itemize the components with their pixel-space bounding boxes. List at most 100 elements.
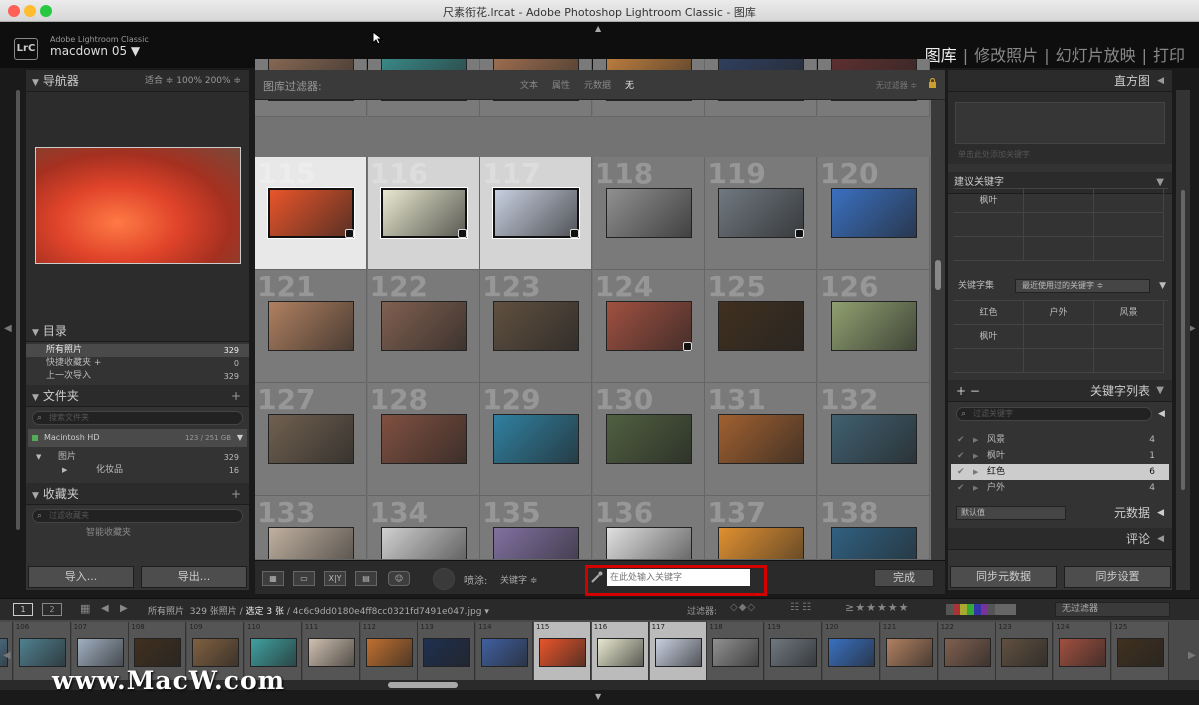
filmstrip-thumbnail[interactable] <box>654 638 702 667</box>
left-panel-scrollbar[interactable] <box>16 90 20 530</box>
loupe-view-icon[interactable]: ▭ <box>293 571 315 586</box>
survey-view-icon[interactable]: ▤ <box>355 571 377 586</box>
import-button[interactable]: 导入... <box>28 566 134 588</box>
grid-cell[interactable]: 117 <box>480 157 593 270</box>
check-icon[interactable]: ✔ <box>957 464 965 480</box>
thumbnail-image[interactable] <box>718 414 805 464</box>
keyword-set-cell[interactable]: 红色 <box>954 301 1024 325</box>
thumbnail-image[interactable] <box>493 414 580 464</box>
keyword-set-cell[interactable]: 枫叶 <box>954 325 1024 349</box>
grid-cell[interactable]: 138 <box>818 496 930 560</box>
filmstrip-thumbnail[interactable] <box>943 638 991 667</box>
grid-cell[interactable]: 130 <box>592 383 705 496</box>
keyword-list-item[interactable]: ✔ ▶ 红色 6 <box>951 464 1169 480</box>
smart-collections-row[interactable]: 智能收藏夹 <box>26 527 249 540</box>
collections-header[interactable]: ▼ 收藏夹 + <box>26 483 249 505</box>
thumbnail-image[interactable] <box>493 301 580 351</box>
thumbnail-image[interactable] <box>605 527 692 559</box>
filmstrip-thumbnail[interactable] <box>250 638 297 667</box>
filmstrip-scrollbar-thumb[interactable] <box>388 682 458 688</box>
filmstrip-cell[interactable]: 120 <box>823 622 880 684</box>
color-label-filter[interactable] <box>946 604 1016 615</box>
check-icon[interactable]: ✔ <box>957 432 965 448</box>
filmstrip-cell[interactable]: 125 <box>1112 622 1169 684</box>
thumbnail-image[interactable] <box>718 527 805 559</box>
grid-cell[interactable]: 136 <box>592 496 705 560</box>
grid-cell[interactable]: 115 <box>255 157 367 270</box>
grid-cell[interactable]: 135 <box>480 496 593 560</box>
keyword-tags-area[interactable]: 单击此处添加关键字 <box>948 92 1172 164</box>
grid-cell[interactable]: 122 <box>367 270 480 383</box>
thumbnail-image[interactable] <box>380 527 467 559</box>
filmstrip-source-info[interactable]: 所有照片 329 张照片 / 选定 3 张 / 4c6c9dd0180e4ff8… <box>148 604 489 617</box>
thumbnail-image[interactable] <box>492 187 581 239</box>
keyword-filter-input[interactable]: ⌕ 过滤关键字 <box>956 407 1152 421</box>
folder-row-pictures[interactable]: ▼ 图片 329 <box>26 451 249 464</box>
catalog-item[interactable]: 上一次导入 329 <box>26 370 249 383</box>
metadata-preset-select[interactable]: 默认值 <box>956 506 1066 520</box>
lock-icon[interactable] <box>928 78 937 89</box>
filmstrip-thumbnail[interactable] <box>770 638 818 667</box>
catalog-item[interactable]: 所有照片 329 <box>26 344 249 357</box>
thumbnail-image[interactable] <box>268 527 354 559</box>
thumbnail-image[interactable] <box>718 188 805 238</box>
filmstrip-cell[interactable]: 124 <box>1054 622 1112 684</box>
check-icon[interactable]: ✔ <box>957 448 965 464</box>
thumbnail-image[interactable] <box>831 527 917 559</box>
histogram-header[interactable]: 直方图 ◀ <box>948 70 1172 92</box>
grid-cell[interactable]: 134 <box>367 496 480 560</box>
keyword-input[interactable] <box>607 569 750 586</box>
thumbnail-image[interactable] <box>267 187 355 239</box>
grid-cell[interactable]: 120 <box>818 157 930 270</box>
suggested-keyword-cell[interactable]: 枫叶 <box>954 189 1024 213</box>
grid-cell[interactable]: 131 <box>705 383 818 496</box>
sync-metadata-button[interactable]: 同步元数据 <box>950 566 1057 588</box>
thumbnail-image[interactable] <box>831 414 917 464</box>
grid-cell[interactable]: 132 <box>818 383 930 496</box>
secondary-window-button[interactable]: 2 <box>42 603 62 616</box>
filmstrip-cell[interactable]: 121 <box>880 622 938 684</box>
module-tab[interactable]: 幻灯片放映 <box>1056 46 1136 65</box>
filmstrip-thumbnail[interactable] <box>481 638 529 667</box>
filmstrip-thumbnail[interactable] <box>596 638 644 667</box>
navigator-header[interactable]: ▼ 导航器 适合 ≑ 100% 200% ≑ <box>26 70 249 92</box>
filter-tab[interactable]: 无 <box>625 81 634 91</box>
metadata-header[interactable]: 默认值 元数据 ◀ <box>948 502 1172 524</box>
primary-window-button[interactable]: 1 <box>13 603 33 616</box>
filmstrip-thumbnail[interactable] <box>192 638 240 667</box>
filmstrip-cell[interactable]: 116 <box>591 622 649 684</box>
filter-tab[interactable]: 文本 <box>520 81 538 91</box>
filmstrip-thumbnail[interactable] <box>18 638 66 667</box>
grid-cell[interactable]: 116 <box>367 157 480 270</box>
add-folder-icon[interactable]: + <box>231 385 241 407</box>
filmstrip-thumbnail[interactable] <box>712 638 760 667</box>
navigator-zoom-options[interactable]: 适合 ≑ 100% 200% ≑ <box>145 70 241 92</box>
add-keyword-placeholder[interactable]: 单击此处添加关键字 <box>958 149 1030 160</box>
left-panel-arrow-icon[interactable]: ◀ <box>4 323 12 334</box>
filter-tab[interactable]: 元数据 <box>584 81 611 91</box>
filmstrip-cell[interactable]: 112 <box>360 622 418 684</box>
keyword-tags-box[interactable] <box>955 102 1165 144</box>
grid-cell[interactable]: 129 <box>480 383 593 496</box>
expand-triangle-icon[interactable]: ▶ <box>973 432 978 448</box>
thumbnail-image[interactable] <box>380 414 467 464</box>
add-remove-keyword-icon[interactable]: + − <box>956 380 980 402</box>
thumbnail-image[interactable] <box>605 414 692 464</box>
add-collection-icon[interactable]: + <box>231 483 241 505</box>
sync-settings-button[interactable]: 同步设置 <box>1064 566 1171 588</box>
filmstrip-cell[interactable]: 115 <box>534 622 591 684</box>
collapse-bottom-arrow-icon[interactable]: ▼ <box>595 692 601 701</box>
filmstrip-thumbnail[interactable] <box>307 638 355 667</box>
grid-cell[interactable]: 125 <box>705 270 818 383</box>
back-arrow-icon[interactable]: ◀ <box>101 603 109 614</box>
filmstrip-thumbnail[interactable] <box>1059 638 1107 667</box>
filmstrip-cell[interactable]: 114 <box>476 622 534 684</box>
thumbnail-image[interactable] <box>268 301 354 351</box>
grid-small-icon[interactable]: ▦ <box>80 602 90 615</box>
catalog-name[interactable]: macdown 05 ▼ <box>50 44 140 58</box>
thumbnail-image[interactable] <box>379 187 468 239</box>
filmstrip-cell[interactable]: 111 <box>302 622 360 684</box>
spray-can-icon[interactable] <box>590 570 604 584</box>
done-button[interactable]: 完成 <box>874 569 934 587</box>
filmstrip-filter-select[interactable]: 无过滤器 <box>1055 602 1170 617</box>
